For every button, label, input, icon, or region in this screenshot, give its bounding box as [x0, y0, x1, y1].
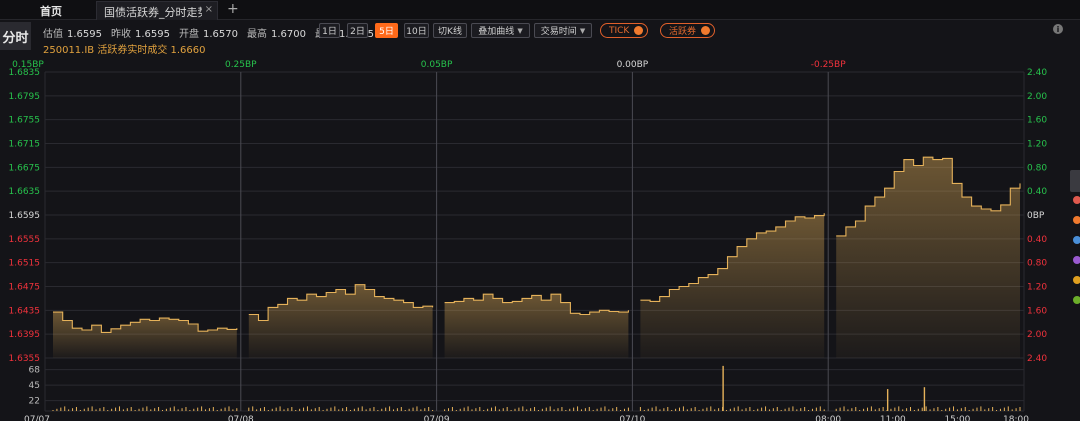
y2-tick-label: 0.80	[1027, 163, 1047, 173]
y-tick-label: 1.6795	[9, 92, 41, 102]
info-icon[interactable]: i	[1053, 24, 1063, 34]
y2-tick-label: 1.60	[1027, 306, 1047, 316]
tick-label: TICK	[609, 25, 630, 36]
y2-tick-label: 2.00	[1027, 330, 1047, 340]
active-bond-toggle[interactable]: 活跃券	[660, 23, 716, 38]
y2-tick-label: 0.40	[1027, 235, 1047, 245]
x-tick-label: 15:00	[944, 415, 970, 421]
chevron-down-icon: ▼	[579, 26, 586, 35]
day-change-label: -0.25BP	[811, 60, 846, 70]
active-bond-info: 250011.IB 活跃券实时成交 1.6660	[43, 45, 206, 56]
y-tick-label: 1.6395	[9, 330, 41, 340]
y2-tick-label: 2.40	[1027, 354, 1047, 364]
status-dot-icon[interactable]	[1073, 276, 1080, 284]
day-change-label: 0.05BP	[421, 60, 453, 70]
y-tick-label: 1.6555	[9, 235, 41, 245]
tab-home[interactable]: 首页	[40, 3, 62, 19]
est-value: 1.6595	[67, 29, 102, 40]
overlay-select[interactable]: 叠加曲线 ▼	[471, 23, 530, 38]
status-dot-icon[interactable]	[1073, 216, 1080, 224]
period-10d-button[interactable]: 10日	[404, 23, 429, 38]
high-label: 最高	[247, 29, 267, 40]
period-1d-button[interactable]: 1日	[319, 23, 340, 38]
y-tick-label: 1.6515	[9, 259, 41, 269]
open-value: 1.6570	[203, 29, 238, 40]
y-tick-label: 1.6475	[9, 283, 41, 293]
status-dot-icon[interactable]	[1073, 296, 1080, 304]
prev-label: 昨收	[111, 29, 131, 40]
y2-tick-label: 2.40	[1027, 68, 1047, 78]
volume-tick-label: 45	[29, 381, 40, 391]
x-tick-label: 08:00	[815, 415, 841, 421]
intraday-badge[interactable]: 分时	[0, 22, 31, 50]
x-tick-label: 07/09	[424, 415, 450, 421]
overlay-label: 叠加曲线	[478, 27, 515, 37]
y-tick-label: 1.6715	[9, 140, 41, 150]
series-area	[248, 284, 433, 358]
trading-time-select[interactable]: 交易时间 ▼	[534, 23, 592, 38]
y2-tick-label: 0.80	[1027, 259, 1047, 269]
x-tick-label: 11:00	[880, 415, 906, 421]
trading-time-label: 交易时间	[540, 27, 577, 37]
period-2d-button[interactable]: 2日	[347, 23, 368, 38]
toggle-dot-icon	[634, 26, 644, 35]
day-change-label: 0.15BP	[12, 60, 44, 70]
tab-bond-intraday-label: 国债活跃券_分时走势	[104, 6, 202, 19]
active-bond-label: 活跃券	[669, 27, 697, 37]
series-area	[836, 157, 1020, 358]
volume-tick-label: 68	[29, 366, 41, 376]
y2-tick-label: 0BP	[1027, 211, 1045, 221]
y-tick-label: 1.6435	[9, 306, 41, 316]
day-change-label: 0.25BP	[225, 60, 257, 70]
y-tick-label: 1.6355	[9, 354, 41, 364]
series-area	[444, 294, 629, 358]
y-tick-label: 1.6635	[9, 187, 41, 197]
volume-tick-label: 22	[29, 397, 40, 407]
x-tick-label: 07/08	[228, 415, 254, 421]
est-label: 估值	[43, 29, 63, 40]
day-change-label: 0.00BP	[617, 60, 649, 70]
tab-bar: 首页 国债活跃券_分时走势 × +	[0, 0, 1080, 20]
y-tick-label: 1.6675	[9, 163, 41, 173]
y-tick-label: 1.6755	[9, 116, 41, 126]
tick-toggle[interactable]: TICK	[600, 23, 649, 38]
y2-tick-label: 1.20	[1027, 283, 1047, 293]
y2-tick-label: 2.00	[1027, 92, 1047, 102]
status-dot-icon[interactable]	[1073, 236, 1080, 244]
close-icon[interactable]: ×	[205, 4, 213, 15]
status-dot-icon[interactable]	[1073, 256, 1080, 264]
y2-tick-label: 1.60	[1027, 116, 1047, 126]
prev-value: 1.6595	[135, 29, 170, 40]
high-value: 1.6700	[271, 29, 306, 40]
period-5d-button[interactable]: 5日	[375, 23, 398, 38]
y2-tick-label: 1.20	[1027, 140, 1047, 150]
tab-bond-intraday[interactable]: 国债活跃券_分时走势 ×	[96, 1, 218, 20]
chevron-down-icon: ▼	[517, 26, 523, 35]
series-area	[640, 213, 825, 358]
kline-button[interactable]: 切K线	[433, 23, 467, 38]
app-root: 首页 国债活跃券_分时走势 × + 分时 估值 1.6595 昨收 1.6595 开盘 1…	[0, 0, 1080, 421]
intraday-chart[interactable]: 1.6835 2.401.6795 2.001.6755 1.601.6715 1.20…	[0, 56, 1068, 421]
side-strip	[1068, 160, 1080, 421]
toggle-dot-icon	[701, 26, 711, 35]
x-tick-label: 18:00	[1003, 415, 1029, 421]
status-dot-icon[interactable]	[1073, 196, 1080, 204]
x-tick-label: 07/07	[24, 415, 50, 421]
x-tick-label: 07/10	[619, 415, 645, 421]
y-tick-label: 1.6595	[9, 211, 41, 221]
open-label: 开盘	[179, 29, 199, 40]
y2-tick-label: 0.40	[1027, 187, 1047, 197]
add-tab-button[interactable]: +	[227, 1, 239, 17]
